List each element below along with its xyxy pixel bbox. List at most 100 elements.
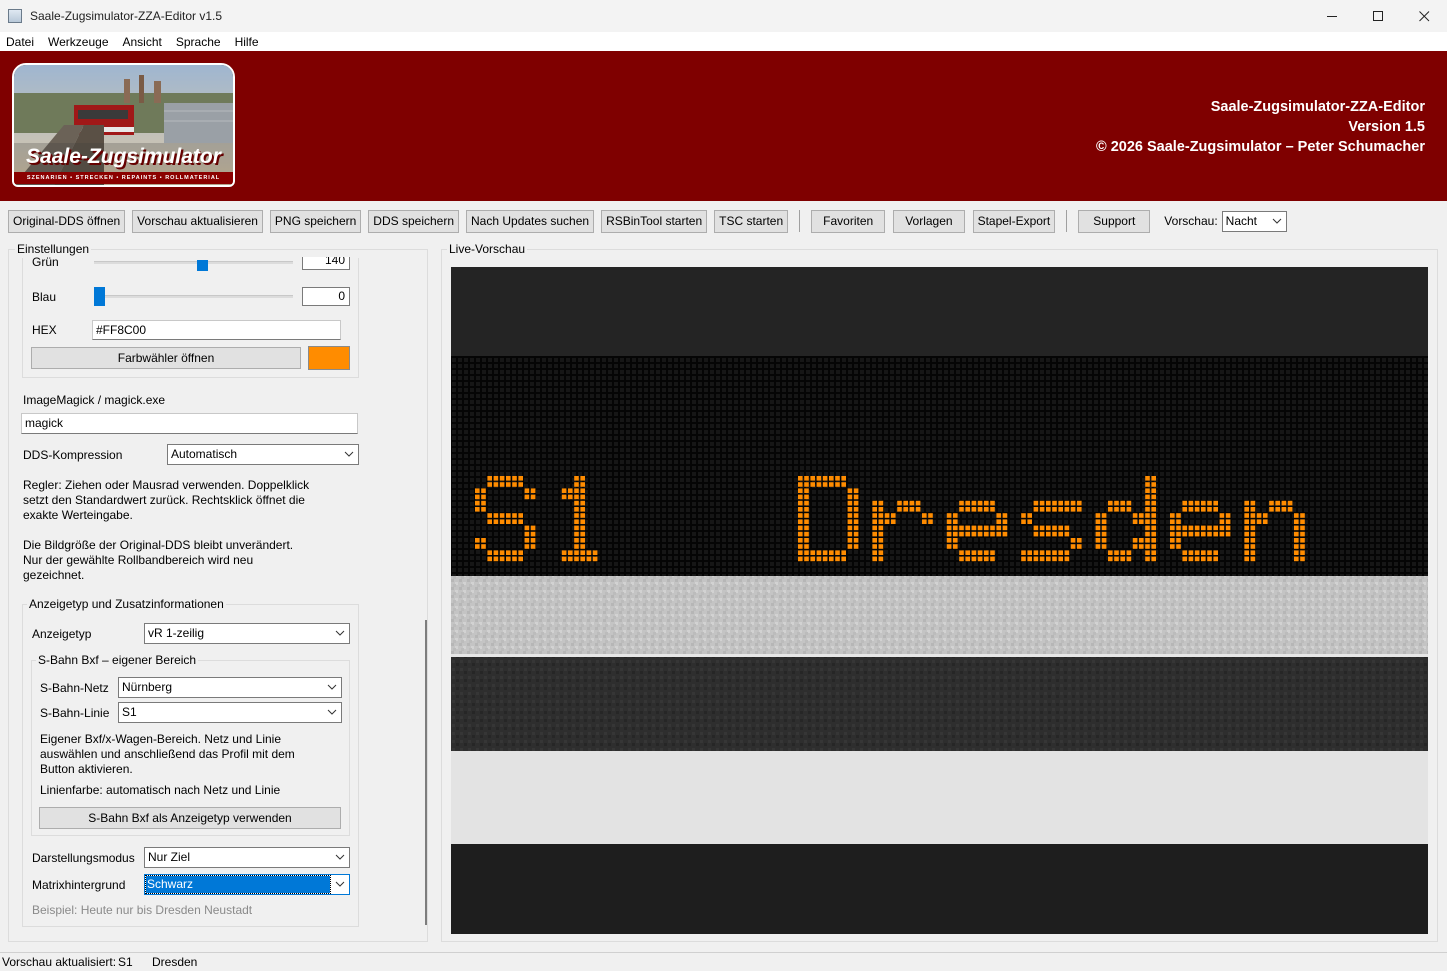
- led-dot: [1194, 525, 1200, 531]
- help-line: Eigener Bxf/x-Wagen-Bereich. Netz und Li…: [40, 732, 282, 746]
- matrix-bg-value: Schwarz: [145, 875, 331, 894]
- led-dot: [977, 550, 983, 555]
- favorites-button[interactable]: Favoriten: [811, 209, 886, 233]
- tsc-button[interactable]: TSC starten: [714, 209, 789, 233]
- led-dot: [475, 507, 480, 512]
- blue-slider-track[interactable]: [94, 295, 293, 298]
- menu-bar: Datei Werkzeuge Ansicht Sprache Hilfe: [0, 32, 1447, 51]
- led-dot: [1244, 525, 1249, 531]
- batch-export-button[interactable]: Stapel-Export: [972, 209, 1056, 233]
- led-dot: [580, 538, 585, 543]
- open-dds-button[interactable]: Original-DDS öffnen: [8, 209, 126, 233]
- rsbintool-button[interactable]: RSBinTool starten: [601, 209, 708, 233]
- blue-slider-thumb[interactable]: [94, 287, 105, 306]
- matrix-bg-label: Matrixhintergrund: [32, 878, 126, 892]
- imagemagick-input[interactable]: magick: [21, 413, 358, 434]
- green-slider-thumb[interactable]: [197, 260, 209, 271]
- led-dot: [1151, 525, 1156, 531]
- led-dot: [996, 519, 1001, 524]
- led-dot: [580, 513, 585, 518]
- led-dot: [1176, 544, 1181, 549]
- led-dot: [586, 550, 592, 555]
- led-dot: [1300, 519, 1305, 524]
- led-dot: [1300, 544, 1305, 549]
- display-mode-select[interactable]: Nur Ziel: [144, 847, 350, 868]
- refresh-preview-button[interactable]: Vorschau aktualisieren: [132, 209, 263, 233]
- led-dot: [798, 519, 803, 524]
- led-dot: [574, 538, 579, 543]
- led-dot: [1287, 500, 1293, 506]
- display-type-select[interactable]: vR 1-zeilig: [144, 623, 350, 644]
- use-sbahn-button[interactable]: S-Bahn Bxf als Anzeigetyp verwenden: [39, 807, 341, 829]
- led-dot: [946, 519, 952, 524]
- sbahn-help-text: Eigener Bxf/x-Wagen-Bereich. Netz und Li…: [40, 732, 295, 777]
- minimize-button[interactable]: [1309, 0, 1355, 32]
- sbahn-line-select[interactable]: S1: [118, 702, 342, 723]
- led-dot: [1132, 544, 1138, 549]
- blue-value-input[interactable]: 0: [302, 287, 350, 306]
- green-slider-track[interactable]: [94, 261, 293, 264]
- led-dot: [1256, 513, 1262, 518]
- led-dot: [977, 531, 983, 537]
- led-dot: [1145, 488, 1150, 493]
- sbahn-network-select[interactable]: Nürnberg: [118, 677, 342, 698]
- menu-werkzeuge[interactable]: Werkzeuge: [41, 35, 115, 49]
- led-dot: [829, 556, 834, 562]
- preview-dark-band: [451, 657, 1428, 751]
- led-dot: [847, 500, 853, 506]
- led-dot: [822, 550, 828, 555]
- led-dot: [1064, 507, 1070, 512]
- menu-ansicht[interactable]: Ansicht: [116, 35, 169, 49]
- preview-canvas: [451, 267, 1428, 934]
- led-dot: [1095, 544, 1101, 549]
- led-dot: [580, 544, 585, 549]
- led-dot: [971, 525, 977, 531]
- color-swatch[interactable]: [308, 346, 350, 370]
- led-dot: [580, 556, 585, 562]
- hex-input[interactable]: #FF8C00: [92, 320, 341, 340]
- close-button[interactable]: [1401, 0, 1447, 32]
- green-value-input[interactable]: 140: [302, 257, 350, 270]
- save-dds-button[interactable]: DDS speichern: [368, 209, 459, 233]
- led-dot: [580, 494, 585, 500]
- menu-datei[interactable]: Datei: [0, 35, 41, 49]
- led-dot: [798, 488, 803, 493]
- led-dot: [1058, 531, 1063, 537]
- led-dot: [1002, 513, 1008, 518]
- templates-button[interactable]: Vorlagen: [893, 209, 965, 233]
- menu-sprache[interactable]: Sprache: [169, 35, 228, 49]
- led-dot: [1120, 500, 1125, 506]
- preview-mode-select[interactable]: Nacht: [1221, 210, 1287, 232]
- led-dot: [1207, 507, 1212, 512]
- led-dot: [847, 538, 853, 543]
- color-picker-button[interactable]: Farbwähler öffnen: [31, 347, 301, 369]
- menu-hilfe[interactable]: Hilfe: [228, 35, 266, 49]
- dds-compression-value: Automatisch: [171, 447, 238, 461]
- matrix-bg-select[interactable]: Schwarz: [144, 874, 350, 895]
- support-button[interactable]: Support: [1078, 209, 1151, 233]
- led-dot: [1058, 507, 1063, 512]
- maximize-button[interactable]: [1355, 0, 1401, 32]
- led-dot: [580, 550, 585, 555]
- led-dot: [959, 550, 964, 555]
- check-updates-button[interactable]: Nach Updates suchen: [466, 209, 595, 233]
- led-dot: [512, 476, 517, 481]
- status-bar: Vorschau aktualisiert: S1 Dresden: [0, 952, 1447, 971]
- led-dot: [798, 513, 803, 518]
- led-dot: [1294, 556, 1299, 562]
- led-dot: [909, 507, 915, 512]
- led-dot: [977, 525, 983, 531]
- led-dot: [798, 544, 803, 549]
- led-dot: [1114, 556, 1119, 562]
- led-dot: [953, 544, 958, 549]
- led-dot: [829, 482, 834, 487]
- led-dot: [493, 556, 499, 562]
- dds-compression-select[interactable]: Automatisch: [167, 444, 359, 465]
- led-dot: [984, 507, 989, 512]
- settings-scrollbar[interactable]: [425, 620, 427, 925]
- led-dot: [872, 556, 877, 562]
- save-png-button[interactable]: PNG speichern: [269, 209, 362, 233]
- led-dot: [499, 476, 505, 481]
- maximize-icon: [1372, 10, 1383, 21]
- led-dot: [953, 538, 958, 543]
